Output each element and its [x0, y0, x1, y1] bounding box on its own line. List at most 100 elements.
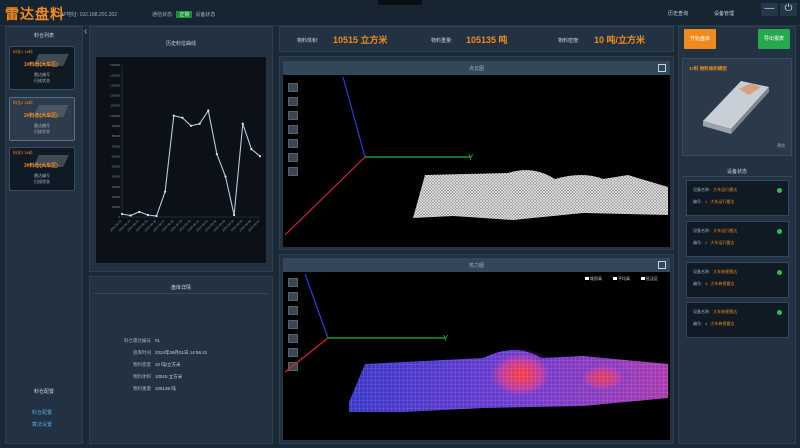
detail-panel: 盘库详情	[89, 276, 273, 444]
y-tick-label: 140000	[110, 73, 120, 77]
y-tick-label: 70000	[112, 144, 121, 148]
stat-density-label: 物料密度:	[558, 38, 580, 44]
detail-row: 物料密度 10 吨/立方米	[133, 362, 181, 367]
data-point	[198, 122, 201, 125]
heatmap-mesh	[349, 350, 668, 412]
start-inventory-button[interactable]: 开始盘库	[684, 29, 716, 49]
pointcloud-view[interactable]: Y	[283, 75, 670, 247]
y-tick-label: 130000	[110, 83, 120, 87]
stat-weight-value: 105135 吨	[466, 35, 508, 45]
silo-config-link[interactable]: 料仓配置	[32, 409, 52, 416]
detail-row: 物料体积 10515 立方米	[133, 374, 183, 379]
stat-density-value: 10 吨/立方米	[594, 35, 646, 45]
device-status-title: 设备状态	[726, 169, 747, 175]
ip-label: IP地址:	[62, 12, 79, 18]
data-point	[250, 148, 253, 151]
connection-info: 通信状态: 正常 设备状态	[152, 11, 215, 18]
online-status-icon	[777, 310, 782, 315]
menu-history[interactable]: 历史查询	[668, 10, 688, 17]
conn-label: 通信状态:	[152, 12, 174, 18]
online-status-icon	[777, 188, 782, 193]
data-point	[138, 210, 141, 214]
data-point	[146, 213, 149, 217]
footer-title: 料仓配置	[33, 389, 54, 395]
algo-settings-link[interactable]: 算法设置	[32, 421, 52, 428]
data-point	[241, 122, 244, 125]
data-point	[120, 212, 124, 216]
status-card[interactable]: 设备名称: 大车俯视雷达 编号: 3 大车俯视雷达	[686, 262, 789, 298]
stat-weight-label: 物料重量:	[431, 38, 453, 44]
device-name: 料仓3 3#料	[13, 150, 33, 155]
online-status-icon	[777, 229, 782, 234]
maximize-icon[interactable]	[658, 261, 666, 269]
detail-row: 物料重量 105135 吨	[133, 386, 176, 391]
y-tick-label: 10000	[112, 205, 121, 209]
device-card-2[interactable]: 料仓2 2#料 2#料仓(大车区) 雷达编号 扫描状态	[9, 97, 75, 141]
y-tick-label: 110000	[110, 104, 120, 108]
device-title: 3#料仓(大车区)	[24, 163, 58, 169]
data-point	[129, 214, 132, 217]
y-tick-label: 20000	[112, 195, 121, 199]
status-divider	[682, 176, 792, 177]
pointcloud-title: 点云图	[468, 66, 484, 72]
silo-list-title: 料仓列表	[33, 33, 54, 39]
z-axis-line	[304, 273, 329, 339]
heatmap-canvas: Y	[284, 273, 668, 412]
y-tick-label: 80000	[112, 134, 121, 138]
device-name: 料仓2 2#料	[13, 100, 33, 105]
ip-info: IP地址: 192.168.201.202	[62, 11, 117, 18]
device-card-1[interactable]: 料仓1 1#料 1#料仓(大车区) 雷达编号 扫描状态	[9, 46, 75, 90]
status-card[interactable]: 设备名称: 大车运行雷达 编号: 1 大车运行雷达	[686, 180, 789, 216]
conn-status-badge: 正常	[176, 11, 193, 18]
stat-volume-value: 10515 立方米	[333, 35, 388, 45]
device-card-3[interactable]: 料仓3 3#料 3#料仓(大车区) 雷达编号 扫描状态	[9, 147, 75, 191]
pointcloud-surface	[413, 170, 668, 220]
ip-value: 192.168.201.202	[79, 12, 118, 18]
y-tick-label: 40000	[112, 175, 121, 179]
y-tick-label: 120000	[110, 94, 120, 98]
device-title: 1#料仓(大车区)	[24, 62, 58, 68]
camera-notch	[378, 0, 422, 5]
data-point	[207, 109, 210, 112]
x-axis-line	[284, 156, 366, 236]
detail-row: 料仓雷达编号 01	[124, 338, 161, 343]
y-axis-label: Y	[468, 153, 474, 162]
y-tick-label: 90000	[112, 124, 121, 128]
data-point	[164, 190, 167, 193]
history-line-chart: 0100002000030000400005000060000700008000…	[109, 63, 262, 233]
heatmap-title: 热力图	[468, 263, 484, 269]
device-title: 2#料仓(大车区)	[24, 113, 58, 119]
y-tick-label: 60000	[112, 154, 121, 158]
detail-divider	[94, 293, 268, 294]
power-button[interactable]: ⏻	[780, 3, 797, 16]
pointcloud-canvas: Y	[284, 76, 668, 236]
data-point	[233, 213, 236, 217]
y-axis-label: Y	[443, 334, 449, 343]
pointcloud-header: 点云图	[283, 61, 670, 75]
data-point	[181, 116, 184, 119]
data-point	[189, 124, 193, 127]
preview-footer: 预览	[777, 143, 785, 148]
export-report-button[interactable]: 导出报表	[758, 29, 790, 49]
heatmap-header: 热力图	[283, 258, 670, 272]
data-point	[224, 175, 227, 178]
app-title: 雷达盘料	[5, 6, 65, 22]
data-point	[215, 153, 218, 156]
device-name: 料仓1 1#料	[13, 49, 33, 54]
device-sub: 雷达编号 扫描状态	[34, 72, 50, 83]
status-card[interactable]: 设备名称: 大车运行雷达 编号: 2 大车运行雷达	[686, 221, 789, 257]
heatmap-view[interactable]: 堆积高 平均高 低洼区 Y	[283, 272, 670, 440]
top-bar: 雷达盘料 IP地址: 192.168.201.202 通信状态: 正常 设备状态 历…	[0, 0, 800, 26]
online-status-icon	[777, 270, 782, 275]
maximize-icon[interactable]	[658, 64, 666, 72]
data-point	[258, 155, 262, 158]
collapse-chevron-icon[interactable]: ‹	[84, 26, 87, 37]
y-tick-label: 100000	[110, 114, 120, 118]
status-card[interactable]: 设备名称: 大车俯视雷达 编号: 4 大车俯视雷达	[686, 302, 789, 338]
minimize-button[interactable]: —	[761, 3, 778, 16]
z-axis-line	[342, 76, 366, 158]
device-sub: 雷达编号 扫描状态	[34, 173, 50, 184]
menu-device-manage[interactable]: 设备管理	[714, 10, 734, 17]
detail-row: 盘库时间 2024年09月01日 14:56:41	[133, 350, 208, 355]
data-point	[172, 114, 175, 117]
